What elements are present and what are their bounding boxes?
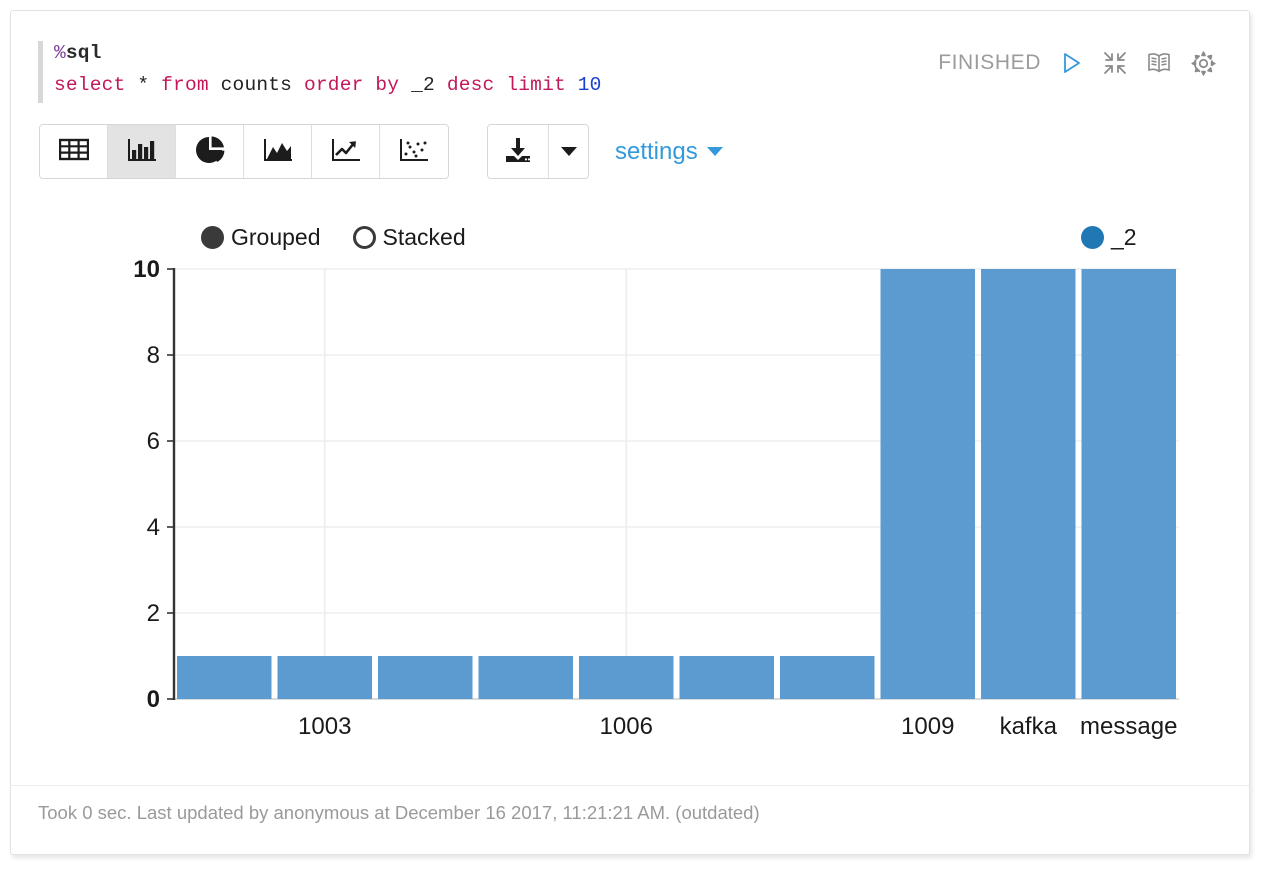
x-axis-tick-label: 1003 xyxy=(298,713,351,740)
bar[interactable] xyxy=(277,656,373,699)
sql-column-name: _2 xyxy=(411,74,435,96)
y-axis-tick-label: 2 xyxy=(147,600,160,627)
x-axis-tick-label: message xyxy=(1080,713,1177,740)
bar[interactable] xyxy=(679,656,775,699)
y-axis-tick-label: 0 xyxy=(147,686,160,713)
editor-gutter xyxy=(38,41,43,103)
y-axis-tick-label: 6 xyxy=(147,428,160,455)
line-chart-icon xyxy=(331,137,361,166)
plot-area: 0 2 4 6 8 10 1003 1006 1009 kafka message xyxy=(11,211,1251,771)
pie-chart-view[interactable] xyxy=(176,125,244,178)
sql-keyword-limit: limit xyxy=(506,74,566,96)
gear-icon[interactable] xyxy=(1189,49,1217,77)
line-chart-view[interactable] xyxy=(312,125,380,178)
sql-keyword-select: select xyxy=(54,74,126,96)
status-badge: FINISHED xyxy=(938,51,1041,74)
download-dropdown-button[interactable] xyxy=(549,125,588,178)
bar-chart-icon xyxy=(127,137,157,166)
x-axis-tick-label: kafka xyxy=(1000,713,1058,740)
footer-divider xyxy=(11,785,1249,786)
chevron-down-icon xyxy=(706,147,723,156)
bar-chart-svg[interactable]: 0 2 4 6 8 10 1003 1006 1009 kafka message xyxy=(11,211,1251,751)
chart-container: Grouped Stacked _2 0 2 4 6 8 10 1003 1006 1009 ka… xyxy=(11,211,1251,771)
code-text: %sql select * from counts order by _2 de… xyxy=(54,37,602,101)
sql-star: * xyxy=(137,74,150,96)
y-axis-tick-label: 8 xyxy=(147,342,160,369)
download-button-group xyxy=(487,124,589,179)
x-axis-tick-label: 1009 xyxy=(901,713,954,740)
sql-limit-number: 10 xyxy=(577,74,602,96)
page-root: %sql select * from counts order by _2 de… xyxy=(0,0,1264,874)
pie-chart-icon xyxy=(195,136,225,167)
interpreter-name: sql xyxy=(65,42,102,64)
download-icon xyxy=(503,136,533,167)
scatter-chart-icon xyxy=(399,137,429,166)
sql-keyword-desc: desc xyxy=(446,74,495,96)
sql-keyword-order: order xyxy=(303,74,364,96)
bar[interactable] xyxy=(880,269,976,699)
paragraph-footer-status: Took 0 sec. Last updated by anonymous at… xyxy=(38,802,760,823)
paragraph-status-bar: FINISHED xyxy=(938,43,1217,83)
scatter-chart-view[interactable] xyxy=(380,125,448,178)
y-axis-tick-label: 4 xyxy=(147,514,160,541)
interpreter-percent: % xyxy=(54,42,66,64)
settings-toggle[interactable]: settings xyxy=(615,138,723,166)
chevron-down-icon xyxy=(560,147,577,156)
visualization-toolbar: settings xyxy=(39,124,723,179)
code-editor[interactable]: %sql select * from counts order by _2 de… xyxy=(38,37,918,107)
table-icon xyxy=(58,138,89,165)
area-chart-view[interactable] xyxy=(244,125,312,178)
sql-table-name: counts xyxy=(220,74,293,96)
sql-keyword-from: from xyxy=(161,74,209,96)
play-icon[interactable] xyxy=(1057,49,1085,77)
notebook-paragraph-card: %sql select * from counts order by _2 de… xyxy=(10,10,1250,855)
bar[interactable] xyxy=(579,656,674,699)
chart-type-button-group xyxy=(39,124,449,179)
bar[interactable] xyxy=(1081,269,1177,699)
table-view[interactable] xyxy=(40,125,108,178)
y-axis-tick-label: 10 xyxy=(133,256,160,283)
bar-chart-view[interactable] xyxy=(108,125,176,178)
sql-keyword-by: by xyxy=(375,74,400,96)
download-button[interactable] xyxy=(488,125,549,178)
bar[interactable] xyxy=(478,656,574,699)
book-icon[interactable] xyxy=(1145,49,1173,77)
x-axis-tick-label: 1006 xyxy=(600,713,653,740)
bar[interactable] xyxy=(378,656,473,699)
area-chart-icon xyxy=(263,137,293,166)
bar[interactable] xyxy=(780,656,875,699)
bar[interactable] xyxy=(981,269,1076,699)
bar[interactable] xyxy=(177,656,272,699)
collapse-arrows-icon[interactable] xyxy=(1101,49,1129,77)
settings-label: settings xyxy=(615,137,698,165)
